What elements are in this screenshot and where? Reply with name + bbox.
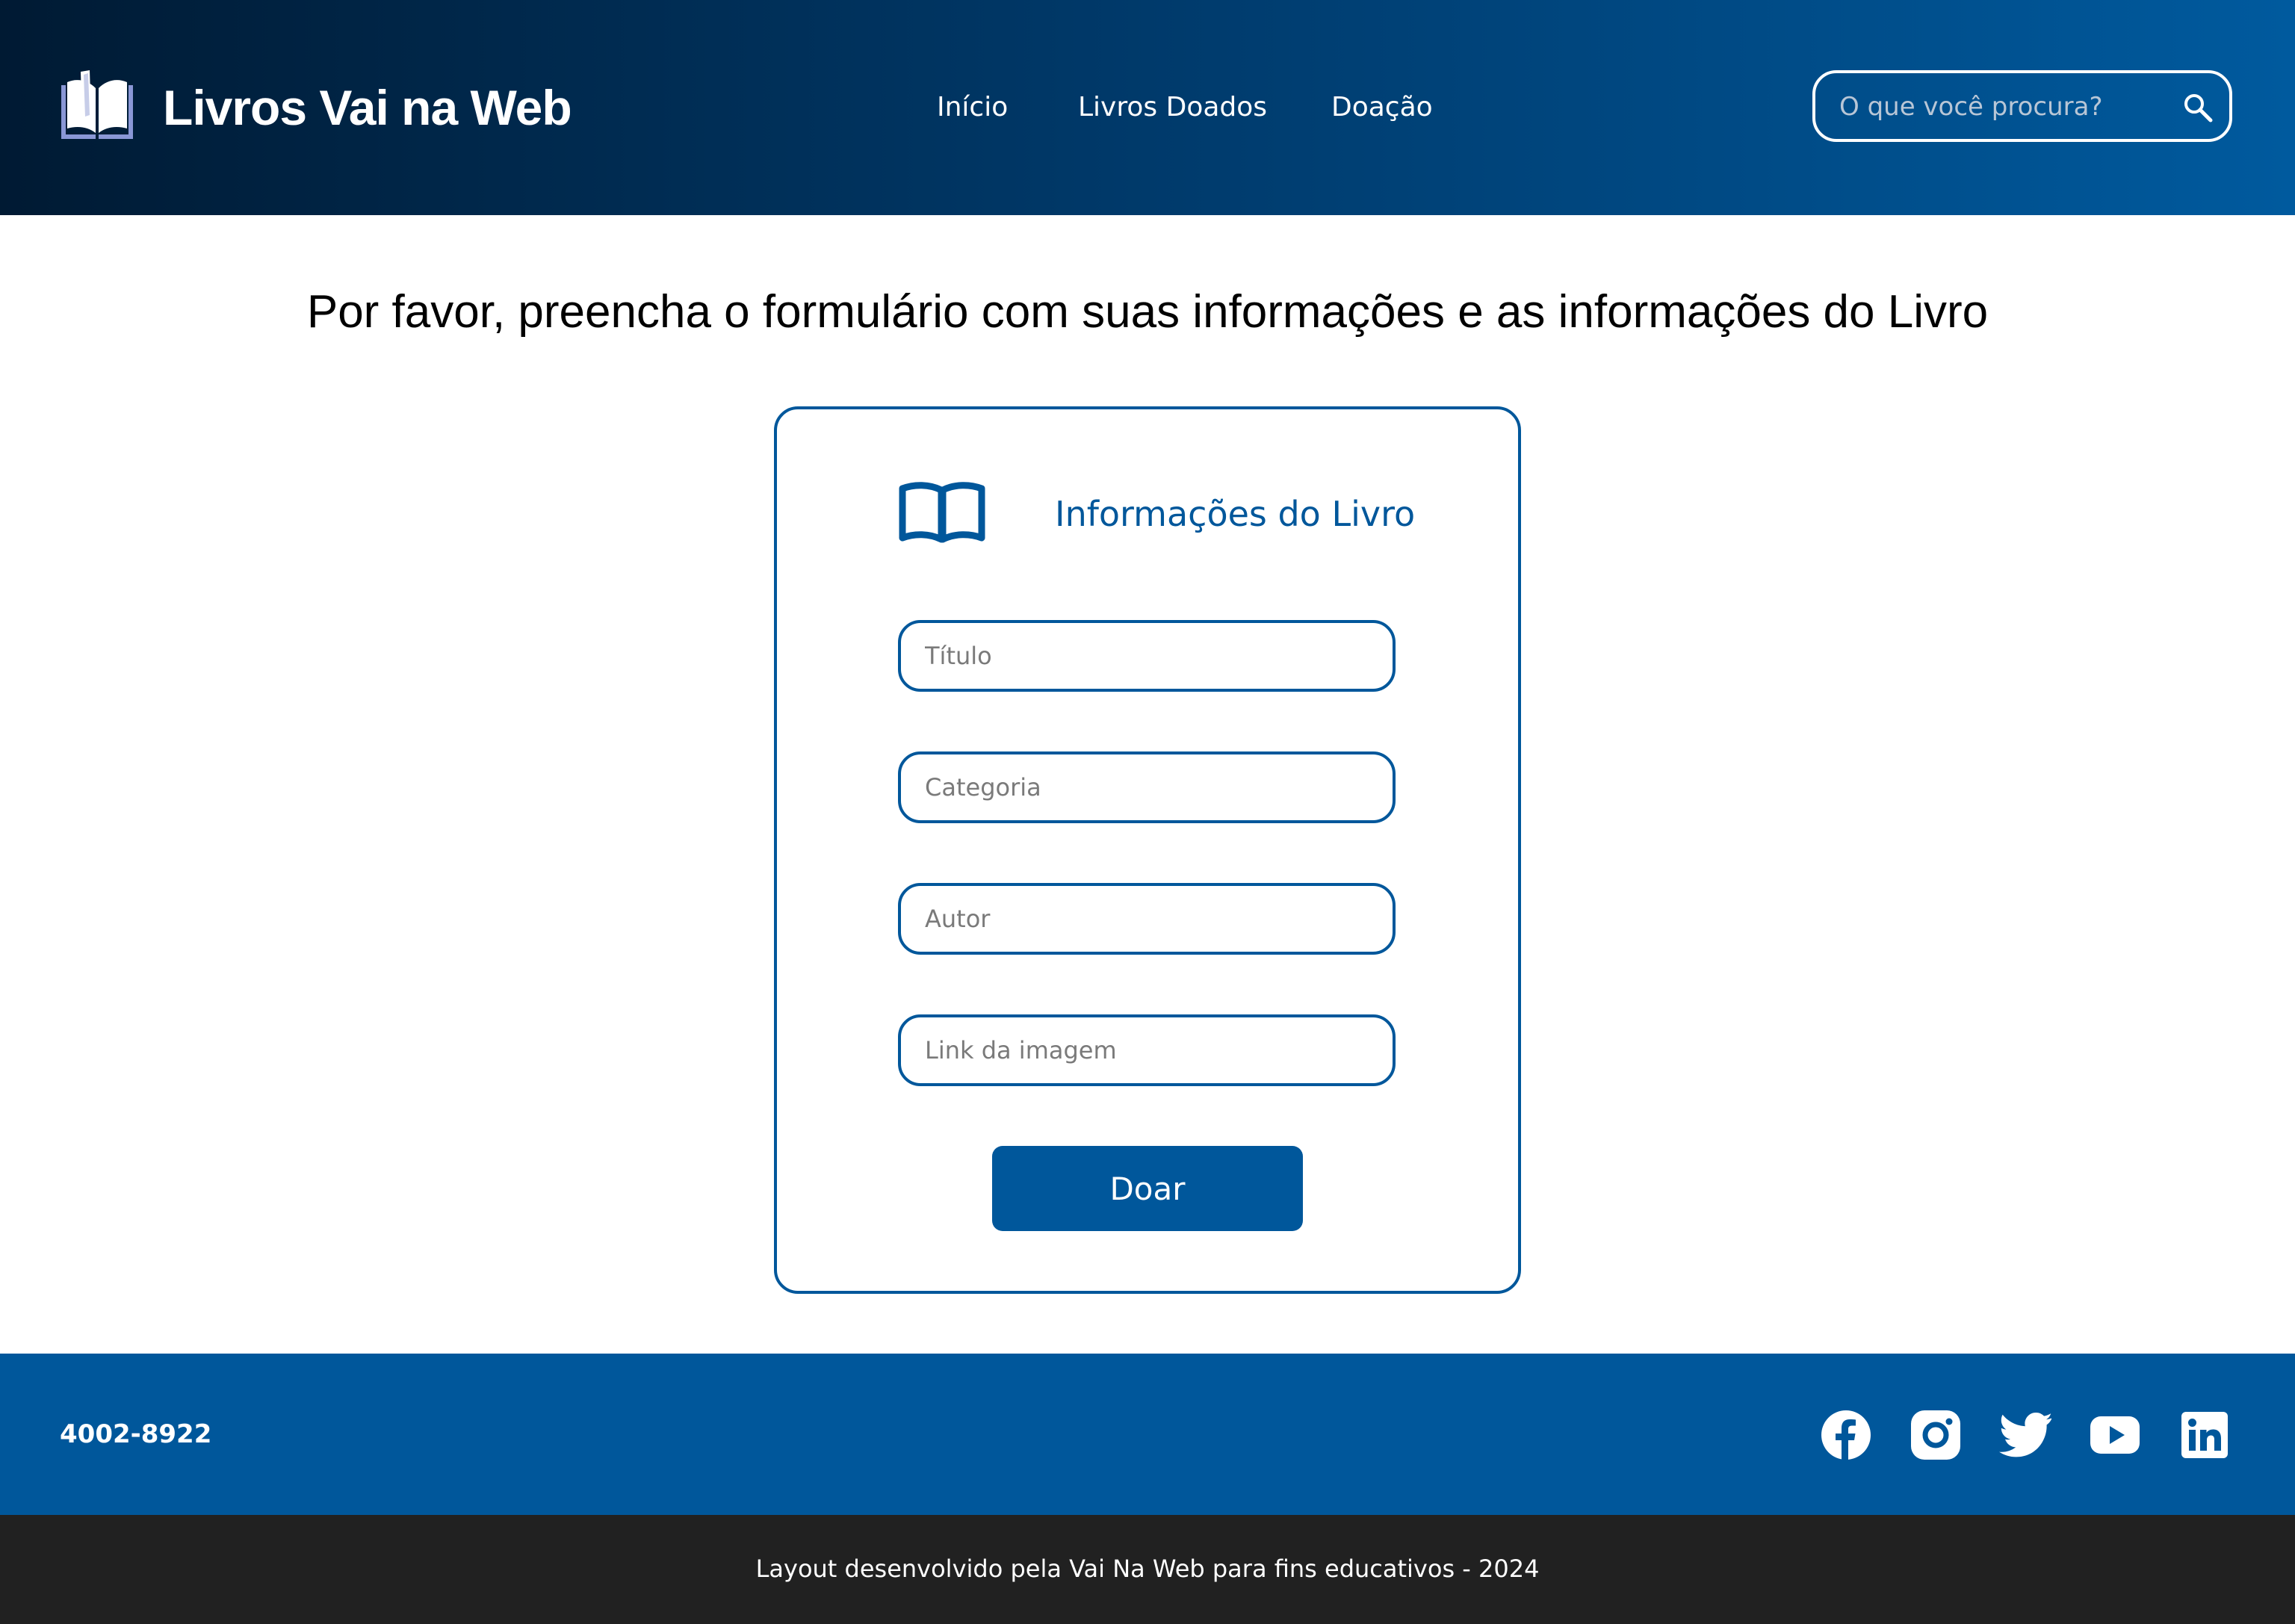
facebook-icon[interactable] [1820, 1409, 1872, 1461]
brand-title[interactable]: Livros Vai na Web [163, 78, 572, 137]
nav-link-doacao[interactable]: Doação [1331, 90, 1433, 125]
search-input[interactable] [1838, 73, 2177, 140]
open-book-logo-icon [61, 70, 133, 139]
nav-link-inicio[interactable]: Início [937, 90, 1008, 125]
categoria-input[interactable] [898, 751, 1396, 823]
book-icon [899, 482, 985, 543]
nav-link-livros-doados[interactable]: Livros Doados [1078, 90, 1267, 125]
page-title: Por favor, preencha o formulário com sua… [306, 286, 1989, 338]
card-title: Informações do Livro [1055, 494, 1416, 534]
linkedin-icon[interactable] [2178, 1409, 2231, 1461]
search-box [1812, 70, 2232, 142]
titulo-input[interactable] [898, 620, 1396, 692]
search-icon[interactable] [2183, 93, 2213, 123]
youtube-icon[interactable] [2089, 1409, 2141, 1461]
autor-input[interactable] [898, 883, 1396, 955]
link-imagem-input[interactable] [898, 1014, 1396, 1086]
credit-text: Layout desenvolvido pela Vai Na Web para… [755, 1555, 1540, 1583]
phone-number: 4002-8922 [60, 1419, 212, 1449]
doar-button[interactable]: Doar [992, 1146, 1303, 1231]
instagram-icon[interactable] [1910, 1409, 1962, 1461]
twitter-icon[interactable] [1999, 1409, 2051, 1461]
